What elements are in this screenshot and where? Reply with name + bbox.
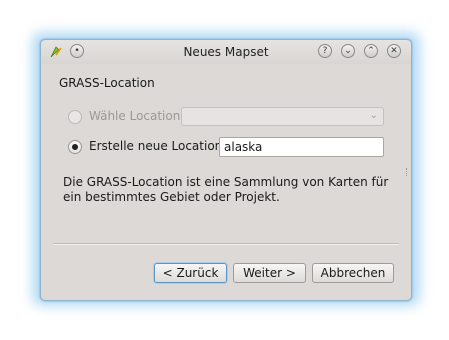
back-button[interactable]: < Zurück [154,263,227,283]
maximize-button[interactable]: ⌃ [364,44,378,58]
create-location-radio[interactable] [68,140,82,154]
next-button[interactable]: Weiter > [233,263,306,283]
separator [53,243,399,245]
close-button[interactable]: ✕ [387,44,401,58]
location-select[interactable]: ⌄ [181,107,384,126]
chevron-down-icon: ⌄ [369,110,378,121]
minimize-button[interactable]: ⌄ [341,44,355,58]
create-location-label: Erstelle neue Location [89,139,223,153]
radio-selected-dot [72,144,78,150]
help-button[interactable]: ? [318,44,332,58]
description-text: Die GRASS-Location ist eine Sammlung von… [63,175,389,204]
new-mapset-dialog: • Neues Mapset ? ⌄ ⌃ ✕ GRASS-Location Wä… [40,39,412,301]
title-bar: • Neues Mapset ? ⌄ ⌃ ✕ [41,40,411,64]
new-location-input[interactable]: alaska [219,137,384,157]
choose-location-radio[interactable] [68,110,82,124]
grass-location-label: GRASS-Location [59,76,155,90]
window-title: Neues Mapset [183,45,269,59]
resize-grip[interactable] [406,168,409,176]
cancel-button[interactable]: Abbrechen [312,263,394,283]
choose-location-label: Wähle Location [89,109,181,123]
